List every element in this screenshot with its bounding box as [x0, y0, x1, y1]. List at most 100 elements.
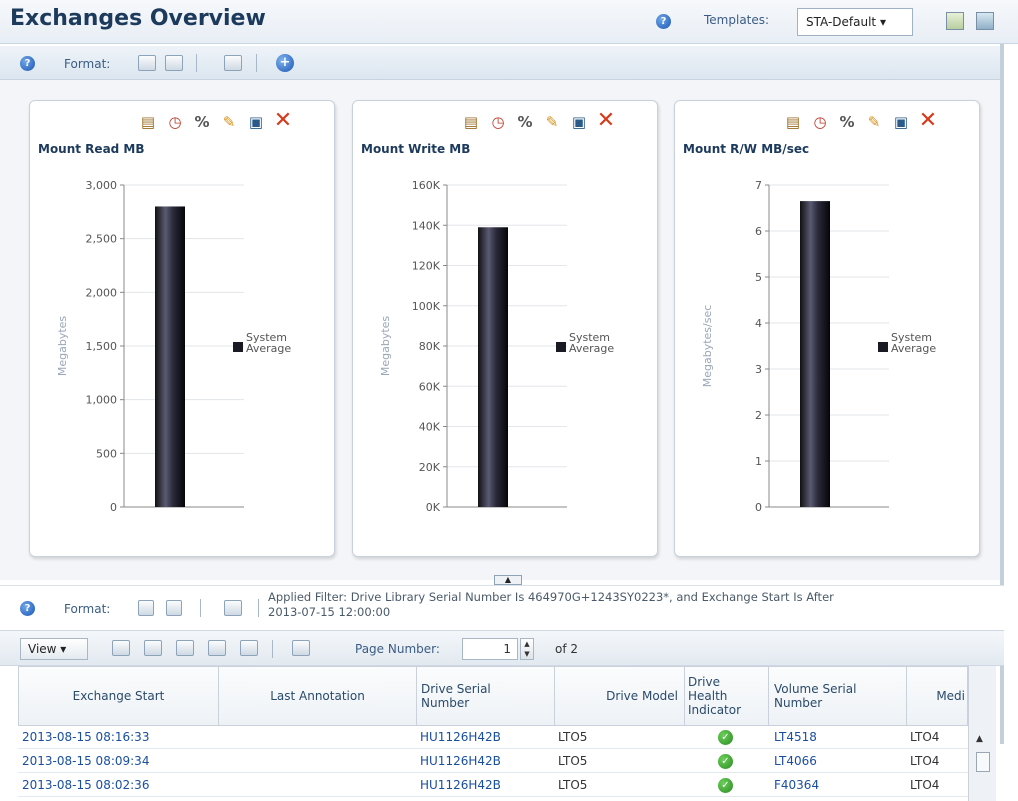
table-row[interactable]: 2013-08-15 08:02:36 HU1126H42B LTO5 ✓ F4…	[18, 774, 968, 797]
check-icon: ✓	[718, 777, 733, 793]
tick-label: 100K	[412, 300, 441, 313]
tick-label: 20K	[419, 461, 441, 474]
page-count-label: of 2	[555, 642, 579, 656]
run-icon[interactable]	[112, 640, 130, 656]
check-icon: ✓	[718, 753, 733, 769]
applied-filter-text: Applied Filter: Drive Library Serial Num…	[268, 590, 968, 620]
filter-line-2: 2013-07-15 12:00:00	[268, 605, 391, 619]
table-body: 2013-08-15 08:16:33 HU1126H42B LTO5 ✓ LT…	[18, 726, 968, 801]
bar	[155, 206, 185, 507]
legend-label: Average	[569, 342, 614, 355]
help-icon[interactable]: ?	[20, 601, 35, 616]
exchange-start-link[interactable]: 2013-08-15 08:16:33	[22, 730, 149, 744]
tick-label: 2	[755, 409, 762, 422]
tick-label: 2,000	[86, 286, 118, 299]
tick-label: 1	[755, 455, 762, 468]
clear-filter-icon[interactable]	[240, 640, 258, 656]
print-icon[interactable]	[224, 600, 242, 616]
tick-label: 1,500	[86, 340, 118, 353]
print-icon[interactable]	[224, 55, 242, 71]
drive-serial-link[interactable]: HU1126H42B	[420, 730, 501, 744]
export-icon[interactable]	[176, 640, 194, 656]
chart-panel-mount-rw: ▤ ◷% ✎ ▣ ✕ Mount R/W MB/sec 7 6 5 4 3 2 1 0 Megabyte…	[674, 100, 980, 557]
separator	[272, 640, 273, 658]
tick-label: 40K	[419, 421, 441, 434]
drive-serial-link[interactable]: HU1126H42B	[420, 754, 501, 768]
legend-swatch	[233, 342, 243, 352]
bar	[478, 227, 508, 507]
separator	[256, 54, 257, 72]
list-view-icon[interactable]	[138, 600, 154, 616]
legend-label: Average	[246, 342, 291, 355]
exchange-start-link[interactable]: 2013-08-15 08:09:34	[22, 754, 149, 768]
bar	[800, 201, 830, 507]
chart-svg: 3,0002,5002,0001,5001,0005000Megabytes Sy…	[56, 179, 291, 514]
detail-view-icon[interactable]	[166, 600, 182, 616]
column-header-drive-serial[interactable]: Drive Serial Number	[417, 667, 555, 725]
tick-label: 0	[110, 501, 117, 514]
y-axis-label: Megabytes/sec	[701, 305, 714, 388]
legend-label: Average	[891, 342, 936, 355]
tick-label: 0K	[426, 501, 441, 514]
collapse-splitter-button[interactable]: ▲	[494, 575, 522, 585]
page-spinner[interactable]: ▲ ▼	[520, 638, 534, 660]
table-row[interactable]: 2013-08-15 08:16:33 HU1126H42B LTO5 ✓ LT…	[18, 726, 968, 749]
table-header: Exchange Start Last Annotation Drive Ser…	[18, 666, 968, 726]
annotate-icon[interactable]	[144, 640, 162, 656]
y-axis-label: Megabytes	[379, 316, 392, 377]
volume-serial-link[interactable]: LT4066	[774, 754, 817, 768]
separator	[200, 599, 201, 617]
column-header-volume-serial[interactable]: Volume Serial Number	[769, 667, 907, 725]
manage-templates-icon[interactable]	[976, 12, 994, 30]
view-menu-button[interactable]: View ▾	[20, 638, 88, 660]
format-toolbar: ? Format: +	[0, 46, 1004, 80]
tick-label: 7	[755, 179, 762, 192]
page-title: Exchanges Overview	[10, 6, 266, 31]
scroll-thumb[interactable]	[976, 752, 990, 772]
drive-model-cell: LTO5	[558, 778, 588, 792]
separator	[196, 54, 197, 72]
column-header-exchange-start[interactable]: Exchange Start	[19, 667, 219, 725]
media-cell: LTO4	[910, 778, 940, 792]
format-label: Format:	[64, 57, 111, 71]
tick-label: 120K	[412, 260, 441, 273]
save-template-icon[interactable]	[946, 12, 964, 30]
column-header-media[interactable]: Medi	[907, 667, 969, 725]
drive-model-cell: LTO5	[558, 754, 588, 768]
tick-label: 4	[755, 317, 762, 330]
templates-select[interactable]: STA-Default ▾	[797, 8, 913, 36]
single-layout-icon[interactable]	[165, 55, 183, 71]
filter-line-1: Applied Filter: Drive Library Serial Num…	[268, 590, 834, 604]
table-toolbar: View ▾ Page Number: 1 ▲ ▼ of 2	[0, 630, 1004, 666]
add-chart-icon[interactable]: +	[276, 54, 294, 72]
scroll-up-icon[interactable]: ▲	[976, 734, 983, 744]
tick-label: 3	[755, 363, 762, 376]
tick-label: 80K	[419, 340, 441, 353]
chart-svg: 76543210Megabytes/sec SystemAverage	[701, 179, 936, 514]
detach-icon[interactable]	[292, 640, 310, 656]
chart-svg: 160K140K120K100K80K60K40K20K0KMegabytes S…	[379, 179, 614, 514]
help-icon[interactable]: ?	[656, 14, 671, 29]
tick-label: 1,000	[86, 394, 118, 407]
tick-label: 500	[96, 447, 117, 460]
chart-panel-mount-write: ▤ ◷% ✎ ▣ ✕ Mount Write MB 160K 140K 120K 100K 80…	[352, 100, 658, 557]
column-header-drive-model[interactable]: Drive Model	[555, 667, 685, 725]
page-number-input[interactable]: 1	[462, 638, 518, 660]
help-icon[interactable]: ?	[20, 56, 35, 71]
chart-panel-mount-read: ▤ ◷% ✎ ▣ ✕ Mount Read MB 3,000 2,500 2,000 1,50…	[29, 100, 335, 557]
grid-layout-icon[interactable]	[138, 55, 156, 71]
drive-serial-link[interactable]: HU1126H42B	[420, 778, 501, 792]
tick-label: 160K	[412, 179, 441, 192]
column-header-last-annotation[interactable]: Last Annotation	[219, 667, 417, 725]
volume-serial-link[interactable]: F40364	[774, 778, 819, 792]
column-header-drive-health[interactable]: Drive Health Indicator	[685, 667, 769, 725]
table-scrollbar[interactable]: ▲	[968, 666, 996, 801]
media-cell: LTO4	[910, 754, 940, 768]
volume-serial-link[interactable]: LT4518	[774, 730, 817, 744]
check-icon: ✓	[718, 729, 733, 745]
table-row[interactable]: 2013-08-15 08:09:34 HU1126H42B LTO5 ✓ LT…	[18, 750, 968, 773]
tick-label: 6	[755, 225, 762, 238]
filter-icon[interactable]	[208, 640, 226, 656]
tick-label: 140K	[412, 219, 441, 232]
exchange-start-link[interactable]: 2013-08-15 08:02:36	[22, 778, 149, 792]
